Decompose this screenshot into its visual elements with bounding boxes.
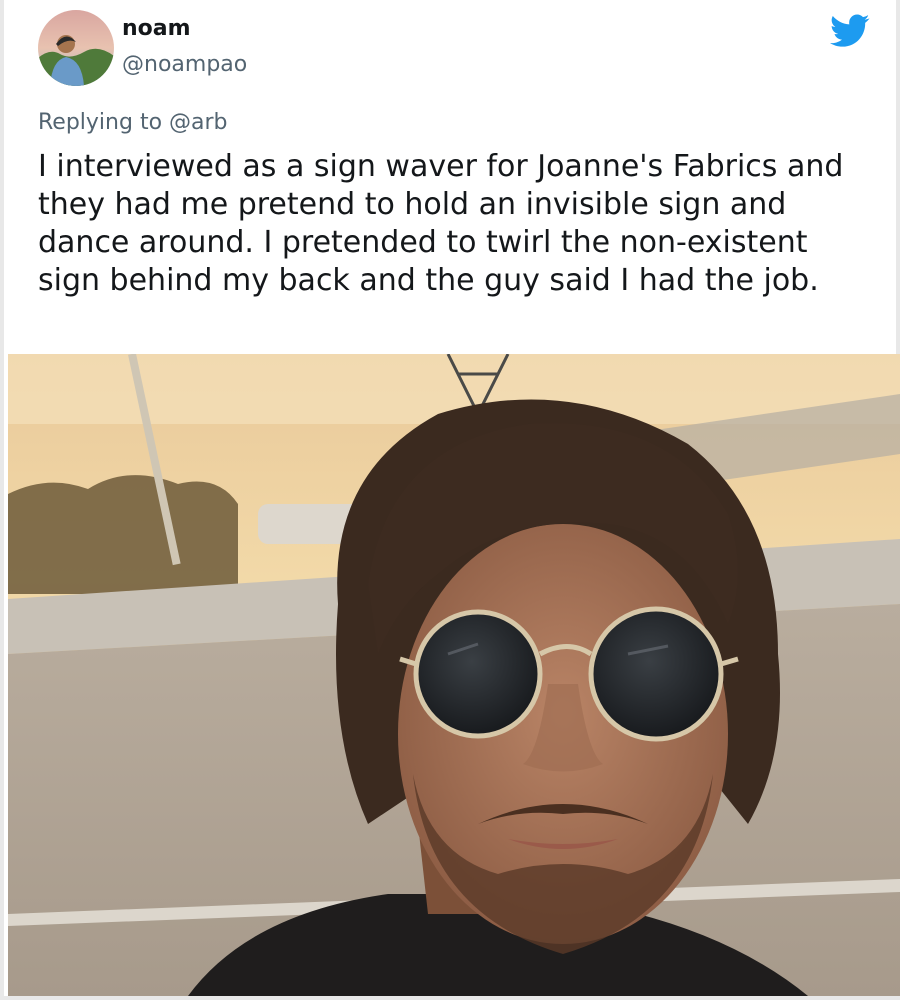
user-handle[interactable]: @noampao: [122, 52, 247, 77]
replying-prefix: Replying to: [38, 110, 170, 135]
display-name[interactable]: noam: [122, 16, 191, 41]
replying-to-link[interactable]: @arb: [169, 110, 228, 135]
tweet-photo[interactable]: [8, 354, 900, 996]
avatar[interactable]: [38, 10, 114, 86]
tweet-text: I interviewed as a sign waver for Joanne…: [38, 149, 844, 298]
tweet-card: noam @noampao Replying to @arb I intervi…: [0, 0, 900, 1000]
twitter-bird-icon[interactable]: [830, 14, 870, 48]
replying-to: Replying to @arb: [38, 110, 228, 135]
